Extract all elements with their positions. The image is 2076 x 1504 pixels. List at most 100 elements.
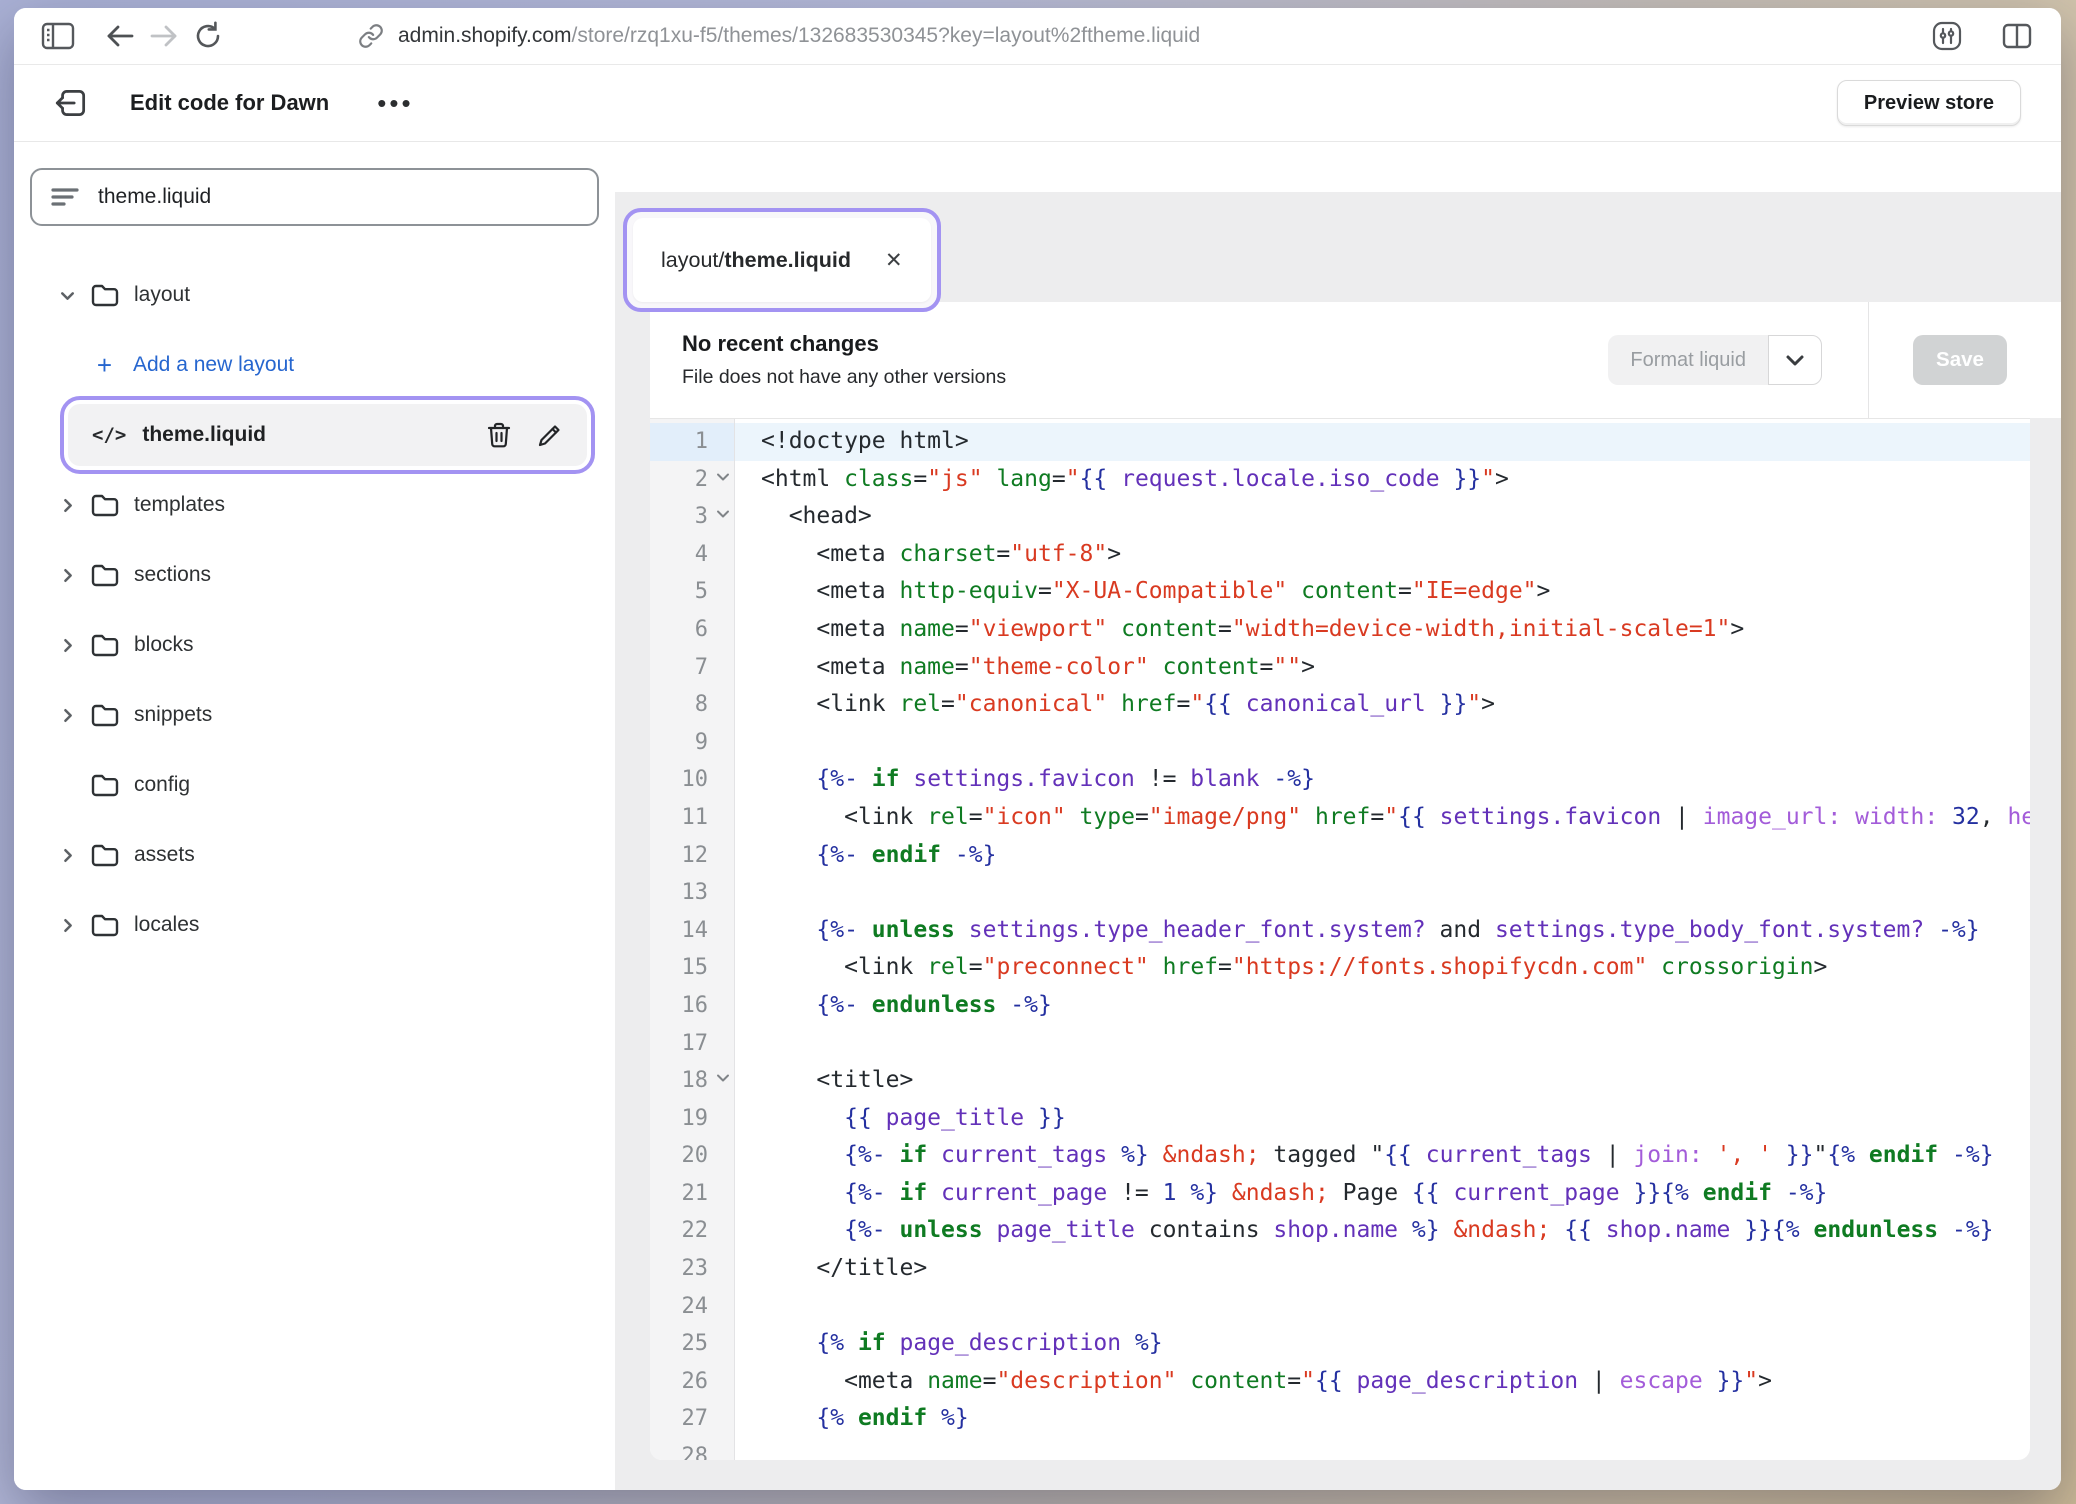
- chevron-right-icon[interactable]: [57, 495, 78, 516]
- sidebar-toggle-button[interactable]: [36, 16, 80, 56]
- code-line[interactable]: {% if page_description %}: [735, 1325, 2030, 1363]
- fold-chevron-icon[interactable]: [716, 472, 730, 482]
- overflow-menu-button[interactable]: •••: [371, 86, 419, 120]
- sliders-icon: [1931, 20, 1963, 52]
- close-tab-icon[interactable]: ✕: [885, 248, 903, 273]
- code-line[interactable]: <title>: [735, 1062, 2030, 1100]
- line-number[interactable]: 1: [650, 423, 734, 461]
- browser-settings-button[interactable]: [1925, 16, 1969, 56]
- line-number[interactable]: 28: [650, 1438, 734, 1460]
- line-number[interactable]: 20: [650, 1137, 734, 1175]
- exit-editor-button[interactable]: [52, 84, 90, 122]
- code-line[interactable]: {%- endif -%}: [735, 837, 2030, 875]
- line-number[interactable]: 18: [650, 1062, 734, 1100]
- fold-chevron-icon[interactable]: [716, 509, 730, 519]
- sidebar-item-sections[interactable]: sections: [14, 540, 615, 610]
- code-line[interactable]: <link rel="icon" type="image/png" href="…: [735, 799, 2030, 837]
- line-number[interactable]: 2: [650, 461, 734, 499]
- sidebar-item-layout[interactable]: layout: [14, 260, 615, 330]
- url-text: admin.shopify.com/store/rzq1xu-f5/themes…: [398, 24, 1200, 48]
- line-number[interactable]: 3: [650, 498, 734, 536]
- code-line[interactable]: <meta charset="utf-8">: [735, 536, 2030, 574]
- code-line[interactable]: {%- if current_page != 1 %} &ndash; Page…: [735, 1175, 2030, 1213]
- tab-theme-liquid[interactable]: layout/theme.liquid ✕: [633, 218, 931, 302]
- code-line[interactable]: {% endif %}: [735, 1400, 2030, 1438]
- chevron-right-icon[interactable]: [57, 845, 78, 866]
- line-number[interactable]: 17: [650, 1025, 734, 1063]
- line-number[interactable]: 22: [650, 1212, 734, 1250]
- line-number[interactable]: 11: [650, 799, 734, 837]
- line-number[interactable]: 6: [650, 611, 734, 649]
- line-number[interactable]: 21: [650, 1175, 734, 1213]
- line-number[interactable]: 13: [650, 874, 734, 912]
- rename-file-button[interactable]: [536, 422, 563, 449]
- code-line[interactable]: {%- unless page_title contains shop.name…: [735, 1212, 2030, 1250]
- code-line[interactable]: <head>: [735, 498, 2030, 536]
- reload-icon: [192, 20, 224, 52]
- sidebar-item-theme-liquid[interactable]: </>theme.liquid: [68, 404, 587, 466]
- line-number[interactable]: 23: [650, 1250, 734, 1288]
- fold-chevron-icon[interactable]: [716, 1073, 730, 1083]
- file-search-box[interactable]: [30, 168, 599, 226]
- code-area[interactable]: <!doctype html><html class="js" lang="{{…: [735, 419, 2030, 1460]
- split-view-button[interactable]: [1995, 16, 2039, 56]
- code-line[interactable]: [735, 1288, 2030, 1326]
- code-line[interactable]: [735, 874, 2030, 912]
- code-line[interactable]: [735, 724, 2030, 762]
- line-number[interactable]: 8: [650, 686, 734, 724]
- line-number[interactable]: 15: [650, 949, 734, 987]
- chevron-right-icon[interactable]: [57, 915, 78, 936]
- sidebar-item-locales[interactable]: locales: [14, 890, 615, 960]
- code-line[interactable]: <html class="js" lang="{{ request.locale…: [735, 461, 2030, 499]
- forward-button[interactable]: [142, 16, 186, 56]
- code-line[interactable]: {%- if current_tags %} &ndash; tagged "{…: [735, 1137, 2030, 1175]
- line-number[interactable]: 25: [650, 1325, 734, 1363]
- address-bar[interactable]: admin.shopify.com/store/rzq1xu-f5/themes…: [358, 23, 1200, 49]
- chevron-right-icon[interactable]: [57, 705, 78, 726]
- code-line[interactable]: [735, 1438, 2030, 1460]
- sidebar-item-add-a-new-layout[interactable]: +Add a new layout: [14, 330, 615, 400]
- line-number[interactable]: 5: [650, 573, 734, 611]
- line-number[interactable]: 10: [650, 761, 734, 799]
- sidebar-item-assets[interactable]: assets: [14, 820, 615, 890]
- code-line[interactable]: {%- unless settings.type_header_font.sys…: [735, 912, 2030, 950]
- back-button[interactable]: [98, 16, 142, 56]
- code-line[interactable]: <link rel="preconnect" href="https://fon…: [735, 949, 2030, 987]
- code-line[interactable]: </title>: [735, 1250, 2030, 1288]
- code-line[interactable]: {%- endunless -%}: [735, 987, 2030, 1025]
- code-line[interactable]: <meta http-equiv="X-UA-Compatible" conte…: [735, 573, 2030, 611]
- code-line[interactable]: <meta name="theme-color" content="">: [735, 649, 2030, 687]
- save-button[interactable]: Save: [1913, 335, 2007, 385]
- format-liquid-button[interactable]: Format liquid: [1608, 335, 1768, 385]
- line-number[interactable]: 27: [650, 1400, 734, 1438]
- code-line[interactable]: <link rel="canonical" href="{{ canonical…: [735, 686, 2030, 724]
- chevron-right-icon[interactable]: [57, 565, 78, 586]
- folder-name-label: locales: [134, 913, 199, 937]
- chevron-down-icon[interactable]: [57, 285, 78, 306]
- code-line[interactable]: <meta name="viewport" content="width=dev…: [735, 611, 2030, 649]
- line-number[interactable]: 9: [650, 724, 734, 762]
- reload-button[interactable]: [186, 16, 230, 56]
- chevron-right-icon[interactable]: [57, 635, 78, 656]
- line-number[interactable]: 19: [650, 1100, 734, 1138]
- sidebar-item-blocks[interactable]: blocks: [14, 610, 615, 680]
- line-number[interactable]: 16: [650, 987, 734, 1025]
- line-number[interactable]: 14: [650, 912, 734, 950]
- code-line[interactable]: [735, 1025, 2030, 1063]
- line-number[interactable]: 4: [650, 536, 734, 574]
- format-liquid-dropdown[interactable]: [1768, 335, 1822, 385]
- code-line[interactable]: <!doctype html>: [735, 423, 2030, 461]
- code-line[interactable]: {{ page_title }}: [735, 1100, 2030, 1138]
- line-number[interactable]: 7: [650, 649, 734, 687]
- delete-file-button[interactable]: [486, 421, 512, 449]
- preview-store-button[interactable]: Preview store: [1837, 80, 2021, 126]
- line-number[interactable]: 24: [650, 1288, 734, 1326]
- sidebar-item-templates[interactable]: templates: [14, 470, 615, 540]
- code-line[interactable]: <meta name="description" content="{{ pag…: [735, 1363, 2030, 1401]
- sidebar-item-config[interactable]: config: [14, 750, 615, 820]
- code-line[interactable]: {%- if settings.favicon != blank -%}: [735, 761, 2030, 799]
- sidebar-item-snippets[interactable]: snippets: [14, 680, 615, 750]
- line-number[interactable]: 12: [650, 837, 734, 875]
- search-input[interactable]: [96, 184, 579, 210]
- line-number[interactable]: 26: [650, 1363, 734, 1401]
